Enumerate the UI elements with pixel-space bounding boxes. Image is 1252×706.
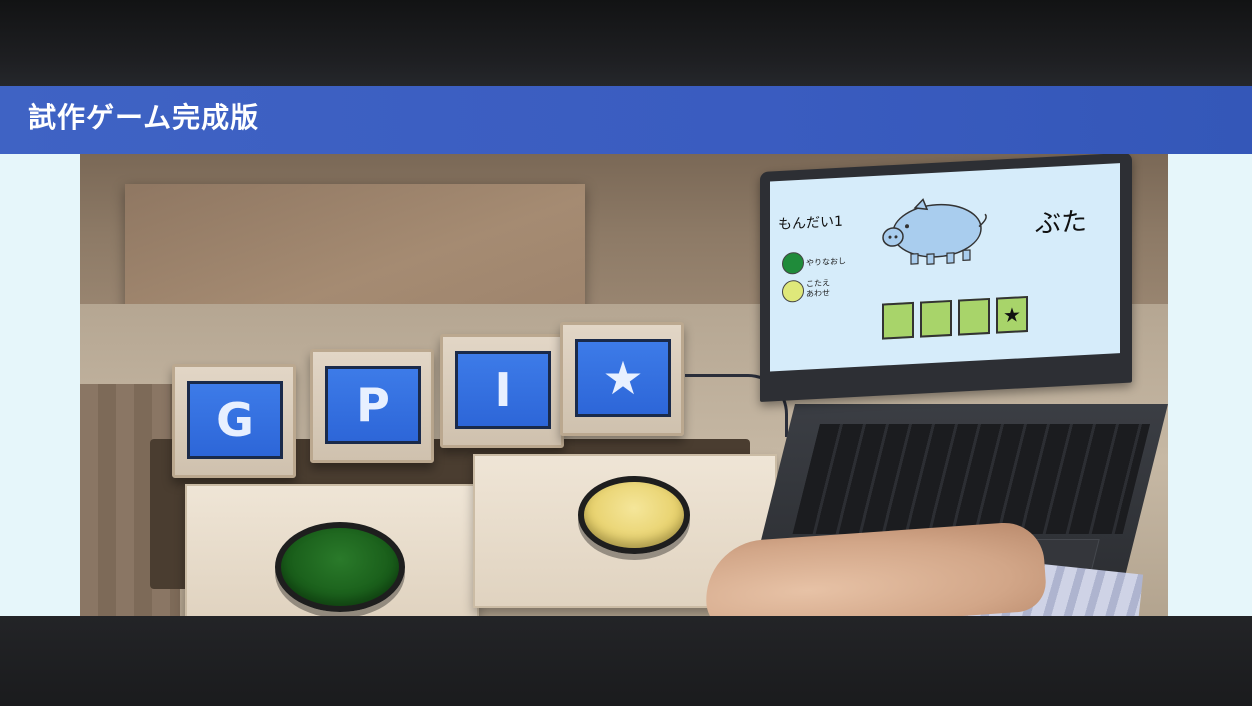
answer-word: ぶた xyxy=(1035,206,1088,240)
projector-bottom-frame xyxy=(0,616,1252,706)
letter-box-i: I xyxy=(440,334,564,448)
star-icon: ★ xyxy=(602,351,644,405)
letter-box-letter: G xyxy=(216,393,254,447)
question-label: もんだい1 xyxy=(778,213,843,234)
letter-box-p: P xyxy=(310,349,434,463)
letter-box-screen: P xyxy=(325,366,421,444)
laptop-screen: もんだい1 ぶた やりなおし こたえ あわせ ★ xyxy=(770,163,1120,372)
check-answer-label-2: あわせ xyxy=(806,288,830,299)
letter-box-screen: G xyxy=(187,381,283,459)
letter-box-star: ★ xyxy=(560,322,684,436)
letter-box-g: G xyxy=(172,364,296,478)
pig-illustration xyxy=(882,198,987,265)
slide-photo: G P I ★ もんだい1 ぶた やりなおし こたえ あわせ ★ xyxy=(80,154,1168,616)
projector-top-frame xyxy=(0,0,1252,86)
laptop-lid: もんだい1 ぶた やりなおし こたえ あわせ ★ xyxy=(760,154,1132,402)
answer-slot xyxy=(920,299,952,338)
letter-box-letter: P xyxy=(356,378,390,432)
answer-slot xyxy=(958,297,990,336)
laptop-keyboard xyxy=(792,424,1150,534)
yellow-arcade-button[interactable] xyxy=(578,476,690,554)
check-answer-label-1: こたえ xyxy=(806,278,830,289)
slide-title-bar: 試作ゲーム完成版 xyxy=(0,86,1252,154)
check-answer-button[interactable] xyxy=(782,279,804,303)
letter-box-screen: I xyxy=(455,351,551,429)
answer-slot xyxy=(882,301,914,340)
slide-title: 試作ゲーム完成版 xyxy=(28,101,260,134)
green-arcade-button[interactable] xyxy=(275,522,405,612)
answer-slot-star: ★ xyxy=(996,295,1028,334)
letter-box-screen: ★ xyxy=(575,339,671,417)
letter-box-letter: I xyxy=(494,363,512,417)
retry-label: やりなおし xyxy=(806,256,846,268)
retry-button[interactable] xyxy=(782,251,804,275)
